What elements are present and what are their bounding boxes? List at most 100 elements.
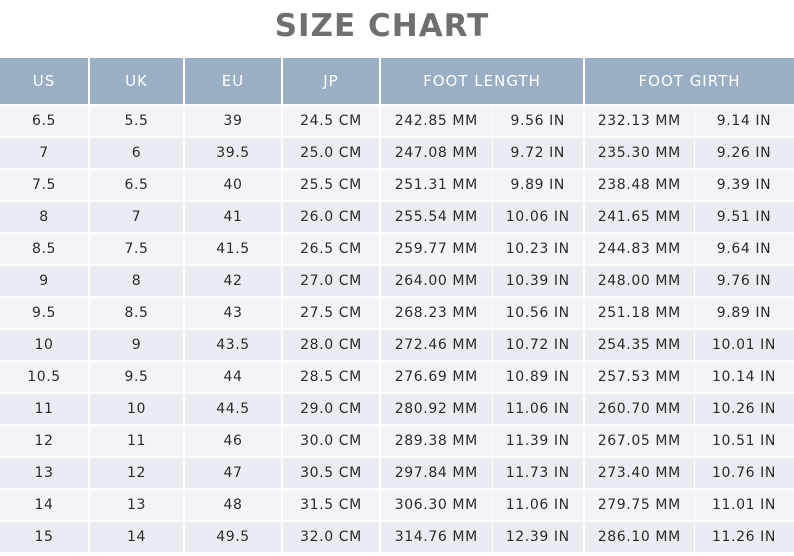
cell-eu: 48 [184, 488, 283, 521]
cell-foot-length-mm: 268.23 MM [380, 296, 493, 329]
cell-us: 14 [0, 488, 90, 521]
cell-foot-girth-in: 10.14 IN [694, 360, 794, 393]
cell-eu: 41.5 [184, 232, 283, 265]
table-row: 7.5 6.5 40 25.5 CM 251.31 MM 9.89 IN 238.48 MM… [0, 168, 794, 201]
cell-uk: 8 [89, 264, 185, 297]
size-chart-table: US UK EU JP FOOT LENGTH FOOT GIRTH 6.5 5.… [0, 58, 794, 552]
cell-eu: 43.5 [184, 328, 283, 361]
cell-uk: 12 [89, 456, 185, 489]
cell-jp: 26.5 CM [282, 232, 381, 265]
cell-jp: 30.5 CM [282, 456, 381, 489]
cell-foot-girth-in: 9.39 IN [694, 168, 794, 201]
cell-foot-girth-mm: 251.18 MM [584, 296, 695, 329]
cell-foot-length-in: 10.23 IN [492, 232, 586, 265]
cell-us: 15 [0, 520, 90, 552]
cell-foot-girth-mm: 267.05 MM [584, 424, 695, 457]
table-row: 8.5 7.5 41.5 26.5 CM 259.77 MM 10.23 IN 244.83… [0, 232, 794, 265]
cell-foot-girth-in: 10.51 IN [694, 424, 794, 457]
cell-uk: 6.5 [89, 168, 185, 201]
cell-foot-length-mm: 289.38 MM [380, 424, 493, 457]
cell-eu: 39.5 [184, 136, 283, 169]
cell-jp: 29.0 CM [282, 392, 381, 425]
cell-us: 8 [0, 200, 90, 233]
cell-eu: 46 [184, 424, 283, 457]
cell-uk: 14 [89, 520, 185, 552]
cell-foot-length-in: 10.39 IN [492, 264, 586, 297]
cell-foot-length-in: 9.72 IN [492, 136, 586, 169]
cell-jp: 25.0 CM [282, 136, 381, 169]
cell-us: 9 [0, 264, 90, 297]
header-foot-girth: FOOT GIRTH [584, 58, 794, 105]
cell-uk: 7.5 [89, 232, 185, 265]
table-row: 10.5 9.5 44 28.5 CM 276.69 MM 10.89 IN 257.53 … [0, 360, 794, 393]
table-row: 6.5 5.5 39 24.5 CM 242.85 MM 9.56 IN 232.13 MM… [0, 104, 794, 137]
table-row: 7 6 39.5 25.0 CM 247.08 MM 9.72 IN 235.30 MM 9.… [0, 136, 794, 169]
table-row: 10 9 43.5 28.0 CM 272.46 MM 10.72 IN 254.35 MM… [0, 328, 794, 361]
cell-jp: 24.5 CM [282, 104, 381, 137]
header-jp: JP [282, 58, 381, 105]
cell-foot-length-mm: 306.30 MM [380, 488, 493, 521]
cell-foot-girth-mm: 254.35 MM [584, 328, 695, 361]
cell-eu: 42 [184, 264, 283, 297]
table-row: 8 7 41 26.0 CM 255.54 MM 10.06 IN 241.65 MM 9.5… [0, 200, 794, 233]
cell-uk: 10 [89, 392, 185, 425]
cell-foot-length-in: 11.06 IN [492, 392, 586, 425]
cell-us: 11 [0, 392, 90, 425]
cell-foot-girth-mm: 235.30 MM [584, 136, 695, 169]
header-foot-length: FOOT LENGTH [380, 58, 586, 105]
cell-foot-length-mm: 247.08 MM [380, 136, 493, 169]
table-row: 12 11 46 30.0 CM 289.38 MM 11.39 IN 267.05 MM 1… [0, 424, 794, 457]
cell-eu: 44.5 [184, 392, 283, 425]
cell-foot-length-in: 9.89 IN [492, 168, 586, 201]
cell-uk: 5.5 [89, 104, 185, 137]
table-body: 6.5 5.5 39 24.5 CM 242.85 MM 9.56 IN 232.13 MM… [0, 104, 794, 552]
cell-jp: 28.5 CM [282, 360, 381, 393]
cell-foot-length-mm: 259.77 MM [380, 232, 493, 265]
cell-jp: 32.0 CM [282, 520, 381, 552]
cell-foot-girth-mm: 248.00 MM [584, 264, 695, 297]
cell-foot-girth-mm: 257.53 MM [584, 360, 695, 393]
cell-eu: 49.5 [184, 520, 283, 552]
cell-foot-length-mm: 276.69 MM [380, 360, 493, 393]
cell-eu: 41 [184, 200, 283, 233]
cell-jp: 27.5 CM [282, 296, 381, 329]
table-row: 15 14 49.5 32.0 CM 314.76 MM 12.39 IN 286.10 M… [0, 520, 794, 552]
cell-foot-length-mm: 280.92 MM [380, 392, 493, 425]
table-row: 13 12 47 30.5 CM 297.84 MM 11.73 IN 273.40 MM 1… [0, 456, 794, 489]
cell-foot-girth-in: 11.26 IN [694, 520, 794, 552]
cell-uk: 6 [89, 136, 185, 169]
cell-us: 13 [0, 456, 90, 489]
header-uk: UK [89, 58, 185, 105]
cell-jp: 30.0 CM [282, 424, 381, 457]
cell-jp: 31.5 CM [282, 488, 381, 521]
cell-foot-girth-in: 10.76 IN [694, 456, 794, 489]
cell-us: 9.5 [0, 296, 90, 329]
cell-eu: 39 [184, 104, 283, 137]
table-row: 9.5 8.5 43 27.5 CM 268.23 MM 10.56 IN 251.18 M… [0, 296, 794, 329]
cell-foot-girth-in: 11.01 IN [694, 488, 794, 521]
cell-foot-length-in: 11.39 IN [492, 424, 586, 457]
cell-uk: 9.5 [89, 360, 185, 393]
cell-jp: 26.0 CM [282, 200, 381, 233]
cell-foot-girth-mm: 241.65 MM [584, 200, 695, 233]
cell-foot-length-in: 9.56 IN [492, 104, 586, 137]
cell-foot-girth-mm: 244.83 MM [584, 232, 695, 265]
cell-foot-girth-in: 9.64 IN [694, 232, 794, 265]
cell-foot-girth-in: 9.76 IN [694, 264, 794, 297]
cell-foot-length-in: 10.06 IN [492, 200, 586, 233]
cell-foot-length-mm: 251.31 MM [380, 168, 493, 201]
cell-eu: 40 [184, 168, 283, 201]
header-eu: EU [184, 58, 283, 105]
cell-us: 6.5 [0, 104, 90, 137]
cell-foot-girth-in: 10.01 IN [694, 328, 794, 361]
cell-foot-length-in: 12.39 IN [492, 520, 586, 552]
cell-us: 12 [0, 424, 90, 457]
cell-foot-girth-in: 9.51 IN [694, 200, 794, 233]
cell-foot-girth-in: 9.26 IN [694, 136, 794, 169]
cell-eu: 47 [184, 456, 283, 489]
cell-jp: 27.0 CM [282, 264, 381, 297]
cell-uk: 8.5 [89, 296, 185, 329]
cell-foot-girth-mm: 286.10 MM [584, 520, 695, 552]
cell-foot-length-mm: 272.46 MM [380, 328, 493, 361]
cell-us: 10 [0, 328, 90, 361]
